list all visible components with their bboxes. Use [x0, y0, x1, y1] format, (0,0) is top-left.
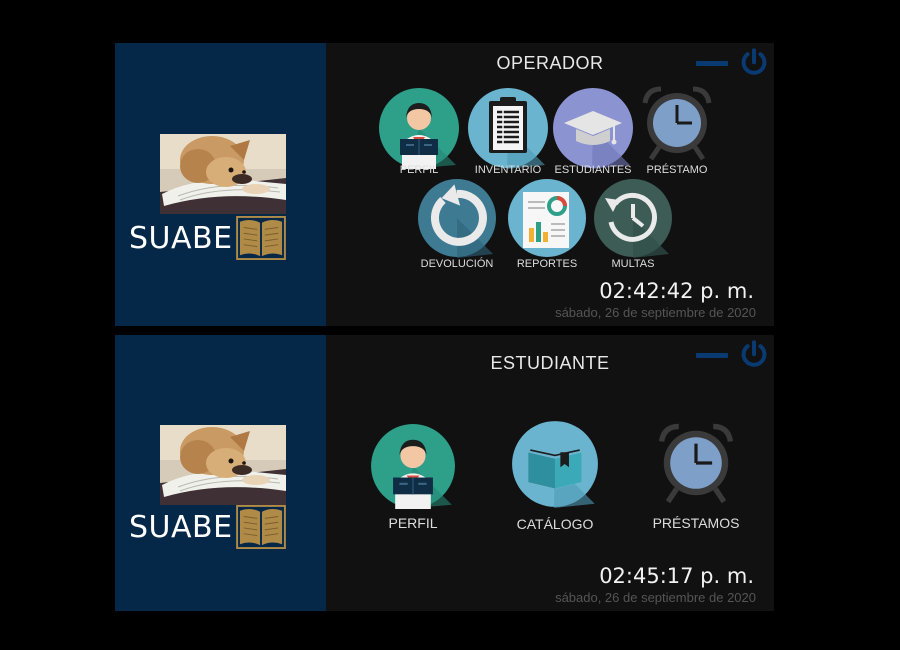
book-logo-icon: [235, 505, 287, 549]
tile-label: PRÉSTAMOS: [652, 515, 740, 531]
minimize-button[interactable]: [696, 60, 728, 66]
clock-time: 02:42:42 p. m.: [599, 279, 754, 303]
power-button[interactable]: [738, 339, 770, 371]
tile-reportes[interactable]: REPORTES: [507, 178, 587, 270]
history-clock-icon: [594, 179, 672, 258]
reader-profile-icon: [371, 424, 455, 509]
brand-name: SUABE: [129, 509, 233, 545]
clock-time: 02:45:17 p. m.: [599, 564, 754, 588]
alarm-clock-icon: [642, 86, 712, 161]
tile-label: CATÁLOGO: [516, 516, 594, 532]
window-controls: [696, 47, 770, 79]
student-window: SUABE ESTUDIANTE PERFIL CATÁLOGO PRÉSTAM…: [115, 335, 774, 611]
brand-logo: SUABE: [129, 216, 287, 260]
tile-inventario[interactable]: INVENTARIO: [467, 87, 549, 176]
tile-label: MULTAS: [611, 258, 655, 270]
operator-window: SUABE OPERADOR PERFIL INVENTARIO ESTUDIA…: [115, 43, 774, 326]
sidebar: SUABE: [115, 335, 326, 611]
tile-devolucion[interactable]: DEVOLUCIÓN: [417, 178, 497, 270]
reports-icon: [508, 179, 586, 257]
tile-estudiantes[interactable]: ESTUDIANTES: [552, 87, 634, 176]
clock-date: sábado, 26 de septiembre de 2020: [555, 590, 756, 605]
brand-logo: SUABE: [129, 505, 287, 549]
minimize-button[interactable]: [696, 352, 728, 358]
return-arrow-icon: [418, 179, 496, 258]
book-icon: [512, 421, 598, 508]
puppy-reading-photo: [160, 134, 286, 214]
puppy-reading-photo: [160, 425, 286, 505]
brand-name: SUABE: [129, 220, 233, 256]
tile-label: PRÉSTAMO: [646, 164, 708, 176]
book-logo-icon: [235, 216, 287, 260]
alarm-clock-icon: [658, 423, 734, 504]
reader-profile-icon: [379, 88, 459, 169]
clock-date: sábado, 26 de septiembre de 2020: [555, 305, 756, 320]
sidebar: SUABE: [115, 43, 326, 326]
tile-perfil[interactable]: PERFIL: [370, 423, 456, 531]
tile-prestamo[interactable]: PRÉSTAMO: [637, 83, 717, 176]
tile-catalogo[interactable]: CATÁLOGO: [511, 420, 599, 532]
tile-perfil[interactable]: PERFIL: [378, 87, 460, 176]
power-button[interactable]: [738, 47, 770, 79]
tile-label: PERFIL: [388, 515, 438, 531]
tile-multas[interactable]: MULTAS: [593, 178, 673, 270]
window-controls: [696, 339, 770, 371]
tile-prestamos[interactable]: PRÉSTAMOS: [653, 420, 739, 531]
clipboard-icon: [468, 88, 548, 169]
graduation-cap-icon: [553, 88, 633, 169]
